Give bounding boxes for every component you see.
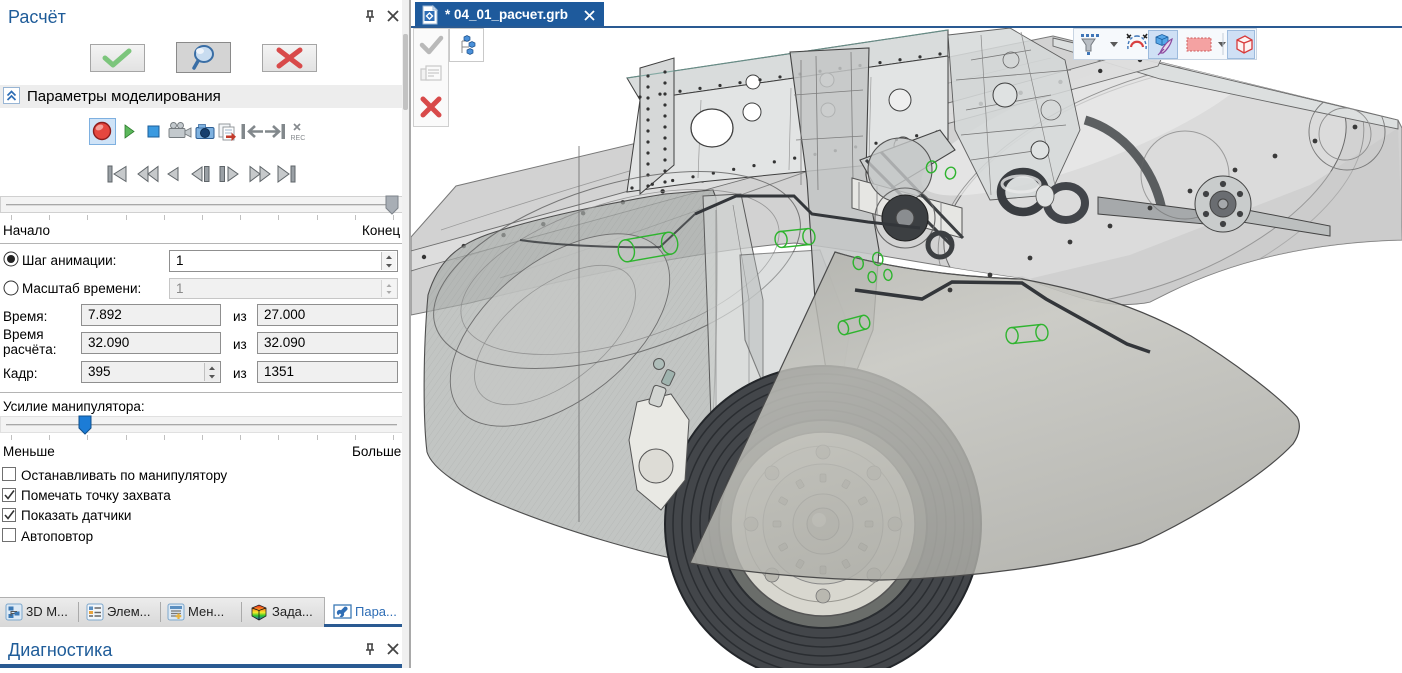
- svg-text:REC: REC: [291, 135, 306, 142]
